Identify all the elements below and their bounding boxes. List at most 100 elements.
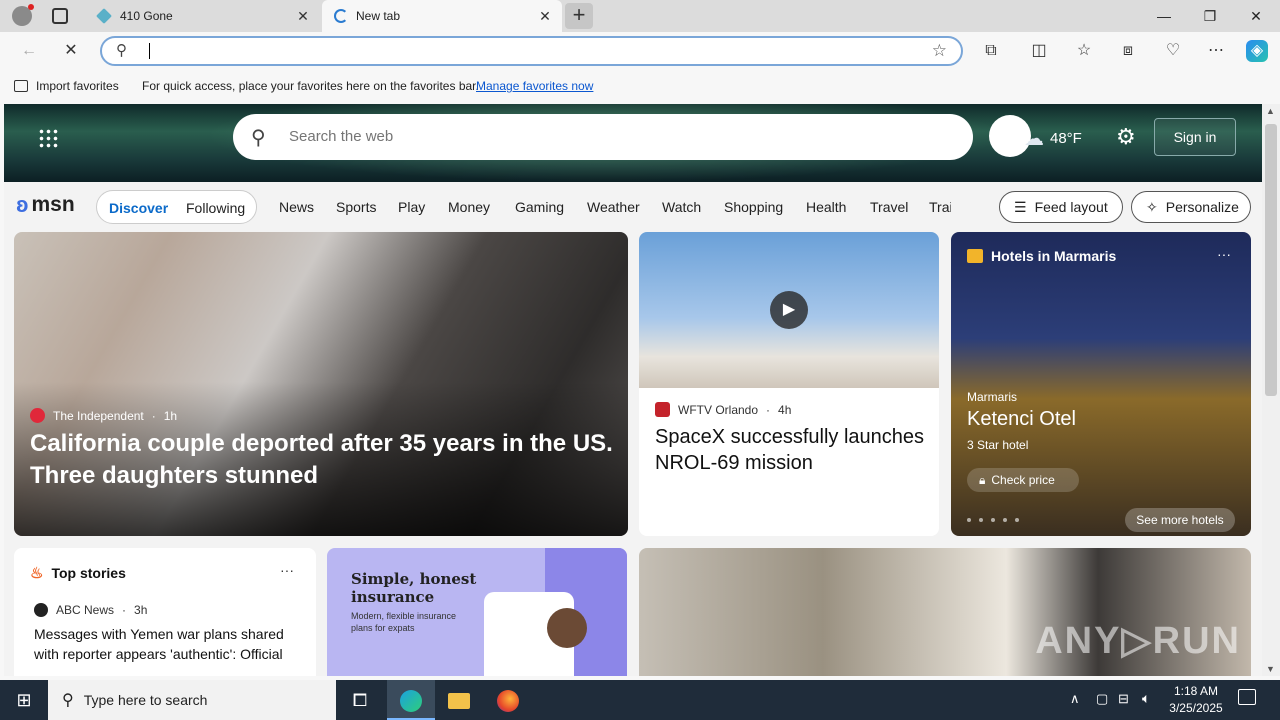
windows-start-icon[interactable]: ⊞: [0, 680, 48, 720]
volume-icon[interactable]: 🔈︎: [1142, 690, 1150, 707]
the-independent-logo-icon: [30, 408, 45, 423]
more-options-icon[interactable]: ···: [280, 562, 294, 578]
insurance-ad-card[interactable]: Simple, honest insurance Modern, flexibl…: [327, 548, 627, 676]
copilot-icon[interactable]: ◈: [1246, 40, 1268, 62]
tab-actions-icon[interactable]: [52, 8, 68, 24]
nav-travel[interactable]: Travel: [870, 199, 908, 215]
nav-health[interactable]: Health: [806, 199, 846, 215]
hotels-heading: Hotels in Marmaris: [967, 248, 1116, 264]
nav-shopping[interactable]: Shopping: [724, 199, 783, 215]
favorite-star-icon[interactable]: ☆: [932, 41, 947, 61]
web-search-input[interactable]: [289, 128, 909, 145]
weather-temp: 48°F: [1050, 130, 1082, 147]
card-source: ABC News · 3h: [34, 603, 147, 617]
favorites-icon[interactable]: ☆: [1073, 40, 1095, 62]
scroll-thumb[interactable]: [1265, 124, 1277, 396]
more-options-icon[interactable]: ···: [1217, 246, 1231, 262]
feed-layout-button[interactable]: ☰ Feed layout: [999, 191, 1123, 223]
tab-410-gone[interactable]: 410 Gone ✕: [84, 0, 320, 32]
new-tab-button[interactable]: +: [565, 3, 593, 29]
weather-widget[interactable]: ☁ 48°F: [1024, 126, 1082, 151]
card-title[interactable]: SpaceX successfully launches NROL-69 mis…: [655, 424, 927, 476]
play-icon[interactable]: ▶: [770, 291, 808, 329]
hotel-name[interactable]: Ketenci Otel: [967, 408, 1076, 431]
favorites-bar: Import favorites For quick access, place…: [0, 70, 1280, 102]
sign-in-button[interactable]: Sign in: [1154, 118, 1236, 156]
more-menu-icon[interactable]: ⋯: [1205, 40, 1227, 62]
edge-app-icon[interactable]: [387, 680, 435, 720]
loading-icon: [334, 9, 348, 23]
task-view-icon[interactable]: ⧠: [336, 680, 384, 720]
lock-icon: 🔒︎: [979, 472, 986, 487]
tab-title: 410 Gone: [120, 9, 173, 23]
search-icon: ⚲: [62, 692, 74, 709]
spacex-news-card[interactable]: ▶ WFTV Orlando · 4h SpaceX successfully …: [639, 232, 939, 536]
extensions-icon[interactable]: ⧉: [980, 40, 1002, 62]
separator: ·: [122, 603, 127, 617]
apps-launcher-icon[interactable]: [38, 128, 58, 148]
main-news-card[interactable]: The Independent · 1h California couple d…: [14, 232, 628, 536]
tab-following[interactable]: Following: [186, 200, 245, 216]
folder-icon: [448, 693, 470, 710]
notification-dot-icon: [28, 4, 34, 10]
photo-news-card[interactable]: ANY▷RUN: [639, 548, 1251, 676]
notifications-icon[interactable]: [1238, 689, 1256, 705]
address-bar[interactable]: ⚲ ☆: [100, 36, 963, 66]
search-icon: ⚲: [116, 42, 127, 59]
source-name: ABC News: [56, 603, 115, 617]
tab-strip: 410 Gone ✕ New tab ✕ + — ❐ ✕: [0, 0, 1280, 32]
nav-truncated[interactable]: Trai: [929, 199, 951, 215]
collections-icon[interactable]: ⧈: [1117, 40, 1139, 62]
watermark-logo: ANY▷RUN: [1035, 620, 1241, 662]
web-search-box[interactable]: ⚲: [233, 114, 973, 160]
windows-taskbar: ⊞ ⚲ Type here to search ⧠ ∧ ▢ ⊟ 🔈︎ 1:18 …: [0, 680, 1280, 720]
split-screen-icon[interactable]: ◫: [1028, 40, 1050, 62]
back-icon[interactable]: ←: [18, 40, 40, 62]
card-source: The Independent · 1h: [30, 408, 177, 423]
tray-device-icon[interactable]: ▢: [1096, 691, 1108, 707]
check-price-button[interactable]: 🔒︎ Check price: [967, 468, 1079, 492]
close-window-button[interactable]: ✕: [1233, 0, 1279, 32]
nav-gaming[interactable]: Gaming: [515, 199, 564, 215]
close-tab-icon[interactable]: ✕: [538, 9, 552, 23]
minimize-button[interactable]: —: [1141, 0, 1187, 32]
top-stories-heading: ♨ Top stories: [30, 564, 126, 582]
hotels-card[interactable]: Hotels in Marmaris ··· Marmaris Ketenci …: [951, 232, 1251, 536]
story-title[interactable]: Messages with Yemen war plans shared wit…: [34, 624, 304, 664]
close-tab-icon[interactable]: ✕: [296, 9, 310, 23]
page-scrollbar[interactable]: ▲ ▼: [1262, 104, 1280, 676]
nav-watch[interactable]: Watch: [662, 199, 701, 215]
favorites-message: For quick access, place your favorites h…: [142, 79, 479, 93]
restore-button[interactable]: ❐: [1187, 0, 1233, 32]
msn-nav-row: ʚ msn Discover Following News Sports Pla…: [4, 182, 1262, 232]
carousel-dots[interactable]: [967, 518, 1019, 522]
tab-discover[interactable]: Discover: [109, 200, 168, 216]
hero-banner: ⚲ ☁ 48°F ⚙ Sign in: [4, 104, 1262, 182]
network-icon[interactable]: ⊟: [1118, 691, 1129, 707]
import-favorites-button[interactable]: Import favorites: [14, 79, 119, 93]
settings-gear-icon[interactable]: ⚙: [1116, 124, 1136, 150]
source-time: 4h: [778, 402, 792, 417]
scroll-down-icon[interactable]: ▼: [1266, 664, 1275, 674]
personalize-button[interactable]: ✧ Personalize: [1131, 191, 1251, 223]
nav-weather[interactable]: Weather: [587, 199, 640, 215]
taskbar-search-box[interactable]: ⚲ Type here to search: [48, 680, 336, 720]
nav-sports[interactable]: Sports: [336, 199, 376, 215]
tray-chevron-icon[interactable]: ∧: [1070, 691, 1080, 707]
tab-new-tab[interactable]: New tab ✕: [322, 0, 562, 32]
firefox-icon[interactable]: [484, 680, 532, 720]
search-icon: ⚲: [251, 127, 266, 149]
see-more-hotels-button[interactable]: See more hotels: [1125, 508, 1235, 532]
taskbar-clock[interactable]: 1:18 AM 3/25/2025: [1164, 683, 1228, 717]
manage-favorites-link[interactable]: Manage favorites now: [476, 79, 593, 93]
file-explorer-icon[interactable]: [435, 680, 483, 720]
msn-logo[interactable]: ʚ msn: [16, 192, 75, 218]
nav-news[interactable]: News: [279, 199, 314, 215]
scroll-up-icon[interactable]: ▲: [1266, 106, 1275, 116]
browser-essentials-icon[interactable]: ♡: [1162, 40, 1184, 62]
stop-loading-icon[interactable]: ✕: [60, 40, 82, 62]
clock-time: 1:18 AM: [1173, 684, 1219, 698]
nav-money[interactable]: Money: [448, 199, 490, 215]
nav-play[interactable]: Play: [398, 199, 425, 215]
card-title[interactable]: California couple deported after 35 year…: [30, 428, 620, 492]
